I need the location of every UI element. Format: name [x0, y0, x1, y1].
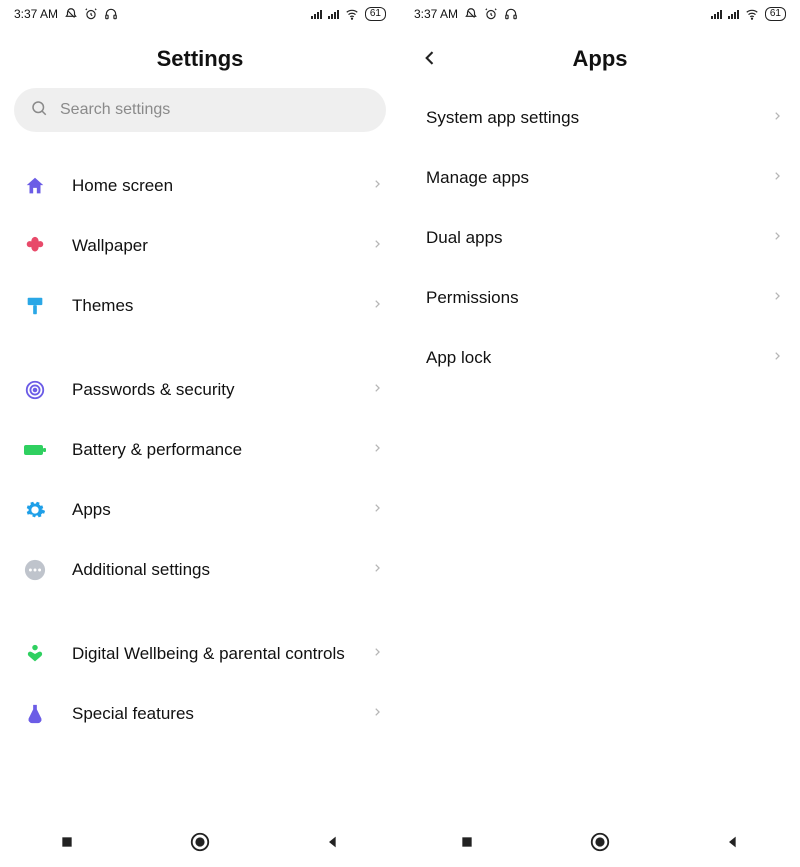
signal-2-icon [328, 9, 339, 19]
signal-2-icon [728, 9, 739, 19]
nav-recent-button[interactable] [454, 829, 480, 855]
page-title-settings: Settings [0, 28, 400, 88]
apps-item-label: System app settings [426, 107, 772, 128]
signal-1-icon [711, 9, 722, 19]
heart-icon [22, 641, 48, 667]
settings-item-label: Home screen [72, 175, 348, 196]
chevron-right-icon [372, 500, 382, 521]
apps-item-app-lock[interactable]: App lock [400, 328, 800, 388]
search-placeholder: Search settings [60, 101, 170, 119]
settings-item-label: Themes [72, 295, 348, 316]
settings-list: Home screen Wallpaper Themes Passwords & se… [0, 150, 400, 821]
settings-item-themes[interactable]: Themes [0, 276, 400, 336]
status-time: 3:37 AM [414, 7, 458, 21]
settings-item-passwords-security[interactable]: Passwords & security [0, 360, 400, 420]
chevron-right-icon [772, 288, 782, 309]
chevron-right-icon [772, 108, 782, 129]
apps-screen: 3:37 AM 61 Apps System app settingsMana [400, 0, 800, 867]
settings-item-label: Apps [72, 499, 348, 520]
signal-1-icon [311, 9, 322, 19]
search-icon [30, 99, 48, 122]
battery-icon [22, 437, 48, 463]
nav-back-button[interactable] [720, 829, 746, 855]
apps-item-label: Manage apps [426, 167, 772, 188]
settings-item-label: Wallpaper [72, 235, 348, 256]
wifi-icon [345, 7, 359, 21]
chevron-right-icon [372, 296, 382, 317]
chevron-right-icon [372, 704, 382, 725]
chevron-right-icon [772, 168, 782, 189]
dots-icon [22, 557, 48, 583]
apps-item-dual-apps[interactable]: Dual apps [400, 208, 800, 268]
settings-item-home-screen[interactable]: Home screen [0, 156, 400, 216]
alarm-icon [484, 7, 498, 21]
nav-home-button[interactable] [587, 829, 613, 855]
settings-item-label: Digital Wellbeing & parental controls [72, 643, 348, 664]
search-input[interactable]: Search settings [14, 88, 386, 132]
gear-icon [22, 497, 48, 523]
settings-item-special-features[interactable]: Special features [0, 684, 400, 744]
fingerprint-icon [22, 377, 48, 403]
settings-item-battery-perf[interactable]: Battery & performance [0, 420, 400, 480]
settings-item-label: Additional settings [72, 559, 348, 580]
dnd-icon [64, 7, 78, 21]
headphone-icon [504, 7, 518, 21]
settings-item-label: Battery & performance [72, 439, 348, 460]
flask-icon [22, 701, 48, 727]
settings-item-label: Passwords & security [72, 379, 348, 400]
apps-item-system-app-settings[interactable]: System app settings [400, 88, 800, 148]
page-title-apps: Apps [400, 28, 800, 88]
settings-item-apps[interactable]: Apps [0, 480, 400, 540]
chevron-right-icon [372, 380, 382, 401]
headphone-icon [104, 7, 118, 21]
chevron-right-icon [772, 348, 782, 369]
nav-back-button[interactable] [320, 829, 346, 855]
apps-item-manage-apps[interactable]: Manage apps [400, 148, 800, 208]
chevron-right-icon [372, 560, 382, 581]
apps-item-label: Dual apps [426, 227, 772, 248]
home-icon [22, 173, 48, 199]
dnd-icon [464, 7, 478, 21]
settings-screen: 3:37 AM 61 Settings Search setting [0, 0, 400, 867]
chevron-right-icon [772, 228, 782, 249]
flower-icon [22, 233, 48, 259]
settings-item-label: Special features [72, 703, 348, 724]
nav-bar [0, 821, 400, 867]
battery-indicator: 61 [365, 7, 386, 21]
status-time: 3:37 AM [14, 7, 58, 21]
wifi-icon [745, 7, 759, 21]
nav-recent-button[interactable] [54, 829, 80, 855]
page-title-label: Apps [573, 46, 628, 71]
settings-item-additional[interactable]: Additional settings [0, 540, 400, 600]
back-button[interactable] [418, 46, 442, 70]
battery-indicator: 61 [765, 7, 786, 21]
chevron-right-icon [372, 176, 382, 197]
settings-item-wallpaper[interactable]: Wallpaper [0, 216, 400, 276]
nav-bar [400, 821, 800, 867]
chevron-right-icon [372, 644, 382, 665]
page-title-label: Settings [157, 46, 244, 71]
apps-item-label: App lock [426, 347, 772, 368]
apps-item-label: Permissions [426, 287, 772, 308]
brush-icon [22, 293, 48, 319]
nav-home-button[interactable] [187, 829, 213, 855]
apps-list: System app settings Manage apps Dual apps P… [400, 88, 800, 821]
chevron-right-icon [372, 236, 382, 257]
status-bar: 3:37 AM 61 [400, 0, 800, 28]
status-bar: 3:37 AM 61 [0, 0, 400, 28]
chevron-right-icon [372, 440, 382, 461]
apps-item-permissions[interactable]: Permissions [400, 268, 800, 328]
alarm-icon [84, 7, 98, 21]
settings-item-digital-wellbeing[interactable]: Digital Wellbeing & parental controls [0, 624, 400, 684]
